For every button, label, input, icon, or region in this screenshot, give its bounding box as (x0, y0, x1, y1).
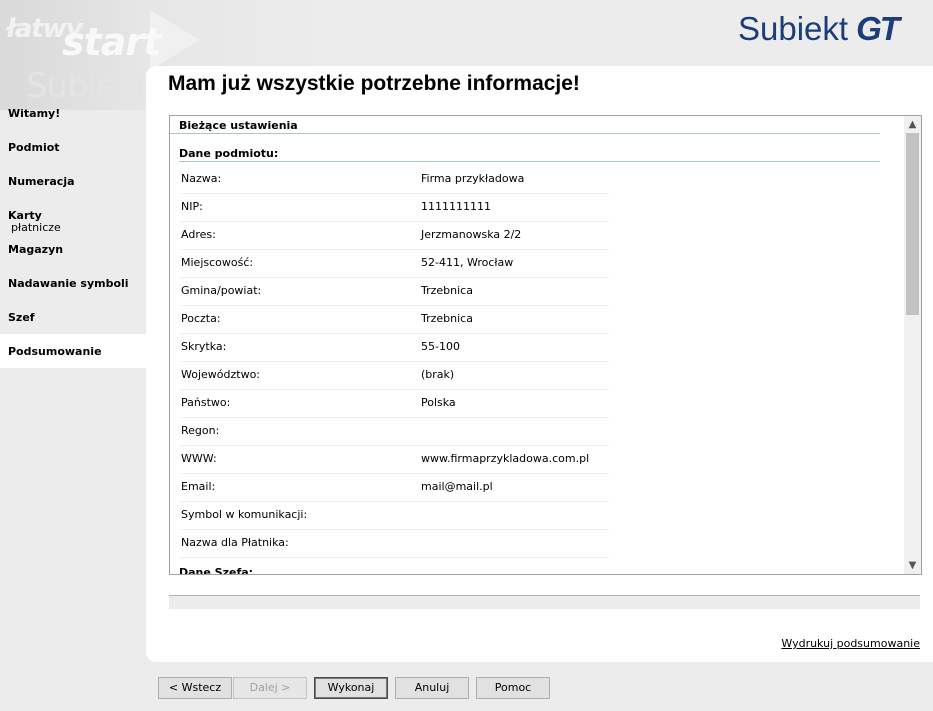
next-button[interactable]: Dalej > (233, 677, 307, 699)
row-value: mail@mail.pl (421, 480, 493, 493)
row-label: Email: (181, 480, 216, 493)
sidebar-item-label: Szef (8, 311, 35, 324)
sidebar-item-karty-platnicze[interactable]: Karty płatnicze (0, 198, 146, 234)
brand-logo: Subiekt GT (738, 10, 900, 50)
vertical-scrollbar[interactable]: ▲ ▼ (904, 116, 921, 574)
sidebar-item-label: Podmiot (8, 141, 60, 154)
sidebar-item-podsumowanie[interactable]: Podsumowanie (0, 334, 146, 368)
main-panel: Mam już wszystkie potrzebne informacje! … (146, 66, 933, 662)
row-divider (181, 361, 609, 362)
row-label: Nazwa dla Płatnika: (181, 536, 289, 549)
row-value: www.firmaprzykladowa.com.pl (421, 452, 590, 465)
sidebar-item-label: Magazyn (8, 243, 64, 256)
row-label: Symbol w komunikacji: (181, 508, 308, 521)
row-divider (181, 221, 609, 222)
row-divider (181, 305, 609, 306)
scroll-up-arrow-icon[interactable]: ▲ (904, 116, 921, 133)
scrollbar-thumb[interactable] (906, 133, 919, 315)
sidebar-item-label: Witamy! (8, 107, 61, 120)
print-summary-link[interactable]: Wydrukuj podsumowanie (781, 637, 920, 650)
row-divider (181, 501, 609, 502)
row-divider (181, 445, 609, 446)
page-title: Mam już wszystkie potrzebne informacje! (168, 72, 580, 95)
section-divider (179, 161, 880, 162)
sidebar-item-label: Nadawanie symboli (8, 277, 129, 290)
section-heading-szef: Dane Szefa: (179, 566, 254, 575)
row-divider (181, 193, 609, 194)
row-label: WWW: (181, 452, 217, 465)
back-button[interactable]: < Wstecz (158, 677, 232, 699)
row-value: Trzebnica (421, 312, 473, 325)
row-value: Polska (421, 396, 456, 409)
row-divider (181, 249, 609, 250)
sidebar-item-podmiot[interactable]: Podmiot (0, 130, 146, 164)
sidebar-item-label: Numeracja (8, 175, 75, 188)
row-value: Trzebnica (421, 284, 473, 297)
sidebar-item-witamy[interactable]: Witamy! (0, 96, 146, 130)
row-label: Poczta: (181, 312, 221, 325)
row-label: Państwo: (181, 396, 231, 409)
row-label: Gmina/powiat: (181, 284, 262, 297)
row-divider (181, 333, 609, 334)
cancel-button[interactable]: Anuluj (395, 677, 469, 699)
row-divider (181, 277, 609, 278)
sidebar-item-szef[interactable]: Szef (0, 300, 146, 334)
row-divider (181, 417, 609, 418)
row-label: Adres: (181, 228, 216, 241)
row-label: Województwo: (181, 368, 261, 381)
settings-header-divider (170, 133, 880, 134)
row-divider (181, 529, 609, 530)
sidebar-item-magazyn[interactable]: Magazyn (0, 232, 146, 266)
row-label: Miejscowość: (181, 256, 254, 269)
row-value: 55-100 (421, 340, 460, 353)
row-value: Firma przykładowa (421, 172, 525, 185)
sidebar-item-label: Podsumowanie (8, 345, 102, 358)
row-divider (181, 557, 609, 558)
progress-bar (169, 595, 920, 609)
execute-button[interactable]: Wykonaj (314, 677, 388, 699)
watermark-text-2: start (62, 20, 161, 64)
row-divider (181, 389, 609, 390)
row-value: 1111111111 (421, 200, 491, 213)
settings-header: Bieżące ustawienia (179, 119, 298, 132)
brand-name: Subiekt (738, 10, 849, 47)
sidebar-item-nadawanie-symboli[interactable]: Nadawanie symboli (0, 266, 146, 300)
row-value: Jerzmanowska 2/2 (421, 228, 522, 241)
scroll-down-arrow-icon[interactable]: ▼ (904, 557, 921, 574)
help-button[interactable]: Pomoc (476, 677, 550, 699)
settings-summary-box: Bieżące ustawienia Dane podmiotu: Nazwa:… (169, 115, 922, 575)
row-value: (brak) (421, 368, 455, 381)
row-label: NIP: (181, 200, 203, 213)
row-label: Regon: (181, 424, 220, 437)
brand-suffix: GT (856, 10, 900, 47)
wizard-steps-sidebar: Witamy! Podmiot Numeracja Karty płatnicz… (0, 96, 146, 368)
row-divider (181, 473, 609, 474)
row-label: Nazwa: (181, 172, 222, 185)
section-heading-podmiot: Dane podmiotu: (179, 147, 279, 160)
row-value: 52-411, Wrocław (421, 256, 514, 269)
row-label: Skrytka: (181, 340, 227, 353)
sidebar-item-numeracja[interactable]: Numeracja (0, 164, 146, 198)
